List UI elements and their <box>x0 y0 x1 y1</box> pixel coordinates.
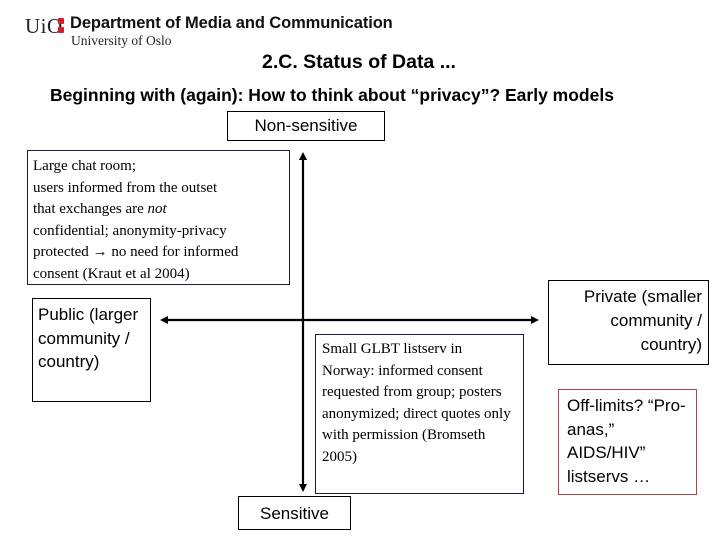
chatroom-line: protected → no need for informed <box>33 242 284 264</box>
chatroom-line: confidential; anonymity-privacy <box>33 222 227 239</box>
chatroom-line: that exchanges are not <box>33 199 284 221</box>
non-sensitive-label-box: Non-sensitive <box>227 111 385 141</box>
chatroom-text: protected <box>33 244 93 260</box>
public-label-box: Public (larger community / country) <box>32 298 151 402</box>
right-arrow-icon: → <box>92 244 108 260</box>
chatroom-line: consent (Kraut et al 2004) <box>33 265 190 282</box>
chatroom-line: users informed from the outset <box>33 179 218 196</box>
glbt-listserv-example-box: Small GLBT listserv in Norway: informed … <box>315 334 524 494</box>
chatroom-text: that exchanges are <box>33 201 148 217</box>
chatroom-example-box: Large chat room; users informed from the… <box>27 150 290 285</box>
sensitive-label-box: Sensitive <box>238 496 351 530</box>
off-limits-box: Off-limits? “Pro-anas,” AIDS/HIV” listse… <box>558 389 697 495</box>
chatroom-italic-not: not <box>147 201 167 217</box>
private-label-box: Private (smaller community / country) <box>548 280 709 365</box>
chatroom-line: Large chat room; <box>33 158 137 174</box>
chatroom-text: no need for informed <box>107 244 239 260</box>
